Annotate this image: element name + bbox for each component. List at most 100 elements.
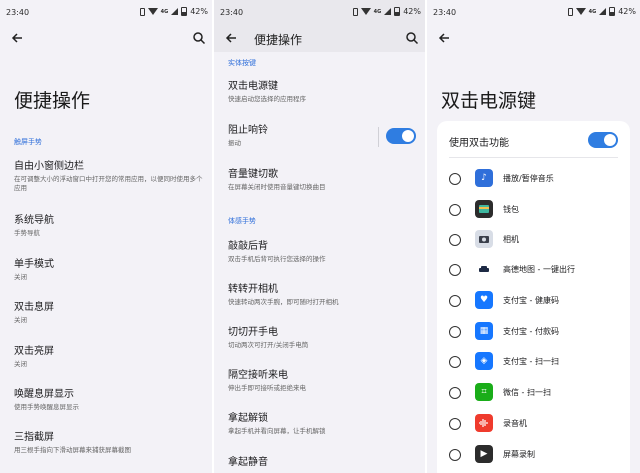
setting-subtitle: 快速启动您选择的应用程序 bbox=[228, 95, 306, 103]
search-icon[interactable] bbox=[192, 31, 206, 45]
section-header-motion-gestures: 体感手势 bbox=[228, 217, 256, 225]
setting-subtitle: 伸出手即可接听或拒绝来电 bbox=[228, 384, 306, 392]
setting-double-tap-wake[interactable]: 双击亮屏 关闭 bbox=[14, 345, 204, 369]
setting-back-tap[interactable]: 敲敲后背 双击手机后背可执行您选择的操作 bbox=[228, 240, 417, 264]
use-double-press-label: 使用双击功能 bbox=[449, 138, 509, 149]
setting-title: 拿起静音 bbox=[228, 457, 268, 468]
setting-free-window-sidebar[interactable]: 自由小窗侧边栏 在可调整大小的浮动窗口中打开您的常用应用，以便同时使用多个应用 bbox=[14, 160, 204, 193]
back-arrow-icon[interactable] bbox=[10, 31, 24, 45]
setting-title: 单手模式 bbox=[14, 259, 54, 270]
battery-percent: 42% bbox=[403, 7, 421, 16]
option-label: 钱包 bbox=[503, 205, 519, 214]
signal-icon bbox=[171, 8, 179, 15]
setting-three-finger-screenshot[interactable]: 三指截屏 用三根手指向下滑动屏幕来捕获屏幕截图 bbox=[14, 431, 204, 455]
status-time: 23:40 bbox=[220, 8, 244, 17]
setting-title: 自由小窗侧边栏 bbox=[14, 161, 84, 172]
setting-title: 三指截屏 bbox=[14, 432, 54, 443]
radio-button[interactable] bbox=[449, 173, 461, 185]
setting-title: 音量键切歌 bbox=[228, 169, 278, 180]
camera-icon bbox=[475, 230, 493, 248]
status-time: 23:40 bbox=[433, 8, 457, 17]
setting-air-answer[interactable]: 隔空接听来电 伸出手即可接听或拒绝来电 bbox=[228, 369, 417, 393]
setting-twist-camera[interactable]: 转转开相机 快速转动两次手腕，即可随时打开相机 bbox=[228, 283, 417, 307]
status-bar: 23:40 4G 42% bbox=[214, 0, 425, 24]
use-double-press-toggle[interactable] bbox=[588, 132, 618, 148]
radio-button[interactable] bbox=[449, 326, 461, 338]
setting-subtitle: 拿起手机并看向屏幕，让手机解锁 bbox=[228, 427, 326, 435]
status-icons: 4G 42% bbox=[567, 7, 636, 16]
setting-subtitle: 双击手机后背可执行您选择的操作 bbox=[228, 255, 326, 263]
option-alipay-pay-code[interactable]: ▦ 支付宝 - 付款码 bbox=[437, 318, 630, 348]
app-bar bbox=[0, 24, 212, 52]
option-wechat-scan[interactable]: ⌗ 微信 - 扫一扫 bbox=[437, 379, 630, 409]
option-label: 支付宝 - 付款码 bbox=[503, 327, 559, 336]
settings-panel-convenience: 23:40 4G 42% 便捷操作 触屏手势 自由小窗侧边栏 在可调整大小的浮动… bbox=[0, 0, 212, 473]
setting-volume-key-track[interactable]: 音量键切歌 在屏幕关闭时使用音量键切换曲目 bbox=[228, 168, 417, 192]
back-arrow-icon[interactable] bbox=[437, 31, 451, 45]
radio-button[interactable] bbox=[449, 356, 461, 368]
wallet-icon bbox=[475, 200, 493, 218]
option-amap-trip[interactable]: 高德地图 - 一键出行 bbox=[437, 256, 630, 286]
option-play-pause-music[interactable]: ♪ 播放/暂停音乐 bbox=[437, 165, 630, 195]
setting-subtitle: 快速转动两次手腕，即可随时打开相机 bbox=[228, 298, 339, 306]
setting-chop-flashlight[interactable]: 切切开手电 切动两次可打开/关闭手电筒 bbox=[228, 326, 417, 350]
option-camera[interactable]: 相机 bbox=[437, 226, 630, 256]
option-alipay-health-code[interactable]: ♥ 支付宝 - 健康码 bbox=[437, 287, 630, 317]
setting-wake-ambient-display[interactable]: 唤醒息屏显示 使用手势唤醒息屏显示 bbox=[14, 388, 204, 412]
scan-icon: ◈ bbox=[475, 352, 493, 370]
battery-icon bbox=[609, 7, 616, 16]
setting-double-press-power[interactable]: 双击电源键 快速启动您选择的应用程序 bbox=[228, 80, 417, 104]
music-icon: ♪ bbox=[475, 169, 493, 187]
radio-button[interactable] bbox=[449, 418, 461, 430]
section-header-touch-gestures: 触屏手势 bbox=[14, 138, 42, 146]
settings-panel-double-press-power: 23:40 4G 42% 双击电源键 使用双击功能 ♪ 播放/暂停音乐 钱包 相… bbox=[427, 0, 640, 473]
signal-icon bbox=[384, 8, 392, 15]
network-type: 4G bbox=[373, 8, 382, 15]
setting-subtitle: 关闭 bbox=[14, 360, 27, 368]
option-screen-record[interactable]: ▶ 屏幕录制 bbox=[437, 441, 630, 471]
setting-subtitle: 使用手势唤醒息屏显示 bbox=[14, 403, 79, 411]
radio-button[interactable] bbox=[449, 264, 461, 276]
setting-system-navigation[interactable]: 系统导航 手势导航 bbox=[14, 214, 204, 238]
network-type: 4G bbox=[588, 8, 597, 15]
search-icon[interactable] bbox=[405, 31, 419, 45]
signal-icon bbox=[599, 8, 607, 15]
options-card: 使用双击功能 ♪ 播放/暂停音乐 钱包 相机 高德地图 - 一键出行 ♥ 支付宝… bbox=[437, 121, 630, 473]
screen-record-icon: ▶ bbox=[475, 445, 493, 463]
setting-title: 隔空接听来电 bbox=[228, 370, 288, 381]
wifi-icon bbox=[147, 8, 158, 15]
radio-button[interactable] bbox=[449, 387, 461, 399]
radio-button[interactable] bbox=[449, 204, 461, 216]
setting-title: 转转开相机 bbox=[228, 284, 278, 295]
setting-title: 敲敲后背 bbox=[228, 241, 268, 252]
setting-lift-mute[interactable]: 拿起静音 bbox=[228, 456, 417, 469]
setting-lift-unlock[interactable]: 拿起解锁 拿起手机并看向屏幕，让手机解锁 bbox=[228, 412, 417, 436]
radio-button[interactable] bbox=[449, 295, 461, 307]
option-label: 录音机 bbox=[503, 419, 527, 428]
divider bbox=[449, 157, 618, 158]
recorder-icon bbox=[475, 414, 493, 432]
setting-subtitle: 切动两次可打开/关闭手电筒 bbox=[228, 341, 309, 349]
setting-title: 系统导航 bbox=[14, 215, 54, 226]
setting-double-tap-sleep[interactable]: 双击息屏 关闭 bbox=[14, 301, 204, 325]
option-label: 微信 - 扫一扫 bbox=[503, 388, 551, 397]
section-header-physical-keys: 实体按键 bbox=[228, 59, 256, 67]
page-title: 便捷操作 bbox=[14, 90, 91, 112]
pay-code-icon: ▦ bbox=[475, 322, 493, 340]
setting-one-hand-mode[interactable]: 单手模式 关闭 bbox=[14, 258, 204, 282]
option-wallet[interactable]: 钱包 bbox=[437, 196, 630, 226]
setting-subtitle: 在屏幕关闭时使用音量键切换曲目 bbox=[228, 183, 326, 191]
page-title: 双击电源键 bbox=[441, 90, 537, 112]
prevent-ringing-toggle[interactable] bbox=[386, 128, 416, 144]
option-label: 相机 bbox=[503, 235, 519, 244]
battery-icon bbox=[181, 7, 188, 16]
option-alipay-scan[interactable]: ◈ 支付宝 - 扫一扫 bbox=[437, 348, 630, 378]
option-label: 屏幕录制 bbox=[503, 450, 535, 459]
setting-title: 切切开手电 bbox=[228, 327, 278, 338]
divider bbox=[378, 127, 379, 147]
radio-button[interactable] bbox=[449, 234, 461, 246]
radio-button[interactable] bbox=[449, 449, 461, 461]
option-recorder[interactable]: 录音机 bbox=[437, 410, 630, 440]
setting-subtitle: 关闭 bbox=[14, 316, 27, 324]
back-arrow-icon[interactable] bbox=[224, 31, 238, 45]
